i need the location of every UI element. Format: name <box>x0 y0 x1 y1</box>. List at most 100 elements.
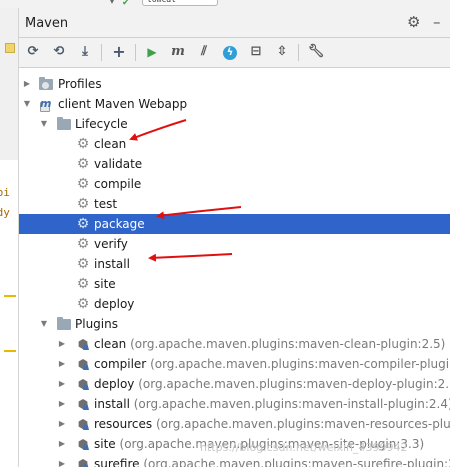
plugin-name: clean <box>94 337 127 351</box>
lifecycle-label: compile <box>94 177 142 191</box>
lifecycle-item-verify[interactable]: ⚙ verify <box>19 234 450 254</box>
download-icon[interactable]: ⤓ <box>76 43 94 61</box>
expand-arrow-icon[interactable]: ▶ <box>57 354 67 374</box>
expand-arrow-icon[interactable]: ▶ <box>57 374 67 394</box>
toggle-offline-icon[interactable]: ⫽ <box>195 43 213 61</box>
plugin-coords: (org.apache.maven.plugins:maven-surefire… <box>143 457 450 467</box>
gear-icon: ⚙ <box>76 136 90 152</box>
toolbar-separator <box>135 44 136 61</box>
gear-icon: ⚙ <box>76 176 90 192</box>
minimize-icon[interactable]: – <box>433 14 441 30</box>
change-marker <box>4 350 16 352</box>
toolbar-separator <box>101 44 102 61</box>
tree-node-plugins[interactable]: ▼ Plugins <box>19 314 450 334</box>
generate-sources-icon[interactable]: ⟲ <box>50 43 68 61</box>
plugin-item-surefire[interactable]: ▶ ⬢ surefire (org.apache.maven.plugins:m… <box>19 454 450 467</box>
code-fragment: ody <box>0 206 10 219</box>
plugin-name: compiler <box>94 357 147 371</box>
plugin-item-deploy[interactable]: ▶ ⬢ deploy (org.apache.maven.plugins:mav… <box>19 374 450 394</box>
lifecycle-label: package <box>94 217 145 231</box>
maven-tree: ▶ Profiles ▼ m client Maven Webapp ▼ Lif… <box>19 68 450 467</box>
gear-icon: ⚙ <box>76 276 90 292</box>
gear-icon: ⚙ <box>76 296 90 312</box>
tree-label: Profiles <box>58 77 102 91</box>
plugin-icon: ⬢ <box>77 437 89 451</box>
lifecycle-item-compile[interactable]: ⚙ compile <box>19 174 450 194</box>
collapse-arrow-icon[interactable]: ▼ <box>22 94 32 114</box>
folder-icon <box>57 117 71 130</box>
maven-toolbar: ⟳ ⟲ ⤓ + ▶ m ⫽ ϟ ⊟ ⇳ 🔧︎ <box>19 38 450 68</box>
expand-arrow-icon[interactable]: ▶ <box>57 334 67 354</box>
plugin-coords: (org.apache.maven.plugins:maven-deploy-p… <box>138 377 450 391</box>
plugin-item-resources[interactable]: ▶ ⬢ resources (org.apache.maven.plugins:… <box>19 414 450 434</box>
collapse-arrow-icon[interactable]: ▼ <box>39 314 49 334</box>
lifecycle-label: deploy <box>94 297 135 311</box>
gear-icon: ⚙ <box>76 156 90 172</box>
lifecycle-label: site <box>94 277 116 291</box>
settings-wrench-icon[interactable]: 🔧︎ <box>307 43 325 61</box>
plugin-coords: (org.apache.maven.plugins:maven-install-… <box>133 397 450 411</box>
panel-title: Maven <box>25 16 69 31</box>
gear-icon: ⚙ <box>76 236 90 252</box>
lifecycle-item-install[interactable]: ⚙ install <box>19 254 450 274</box>
gear-icon: ⚙ <box>76 256 90 272</box>
expand-arrow-icon[interactable]: ▶ <box>22 74 32 94</box>
lifecycle-item-test[interactable]: ⚙ test <box>19 194 450 214</box>
lifecycle-item-site[interactable]: ⚙ site <box>19 274 450 294</box>
collapse-arrow-icon[interactable]: ▼ <box>39 114 49 134</box>
lifecycle-label: test <box>94 197 118 211</box>
plugin-icon: ⬢ <box>77 397 89 411</box>
editor-strip: ppi ody <box>0 8 19 467</box>
plugin-icon: ⬢ <box>77 357 89 371</box>
plugin-coords: (org.apache.maven.plugins:maven-clean-pl… <box>130 337 446 351</box>
show-dependencies-icon[interactable]: ⊟ <box>247 43 265 61</box>
run-config-label: tomcat <box>147 0 176 4</box>
panel-header: Maven ⚙ – <box>19 8 450 38</box>
checkmark-icon: ✔ <box>122 0 130 8</box>
skip-tests-icon[interactable]: ϟ <box>221 43 239 61</box>
plugin-name: install <box>94 397 130 411</box>
add-icon[interactable]: + <box>110 43 128 61</box>
plugin-coords: (org.apache.maven.plugins:maven-resource… <box>155 417 450 431</box>
change-marker <box>4 295 16 297</box>
plugin-name: surefire <box>94 457 140 467</box>
execute-goal-icon[interactable]: m <box>169 43 187 61</box>
tree-node-lifecycle[interactable]: ▼ Lifecycle <box>19 114 450 134</box>
expand-arrow-icon[interactable]: ▶ <box>57 434 67 454</box>
tree-node-profiles[interactable]: ▶ Profiles <box>19 74 450 94</box>
top-strip: ▾ ✔ tomcat <box>0 0 450 8</box>
watermark: https://blog.csdn.net/weixin_4399942 <box>200 441 408 454</box>
maven-panel: Maven ⚙ – ⟳ ⟲ ⤓ + ▶ m ⫽ ϟ ⊟ ⇳ 🔧︎ ▶ Profi… <box>19 8 450 467</box>
profiles-folder-icon <box>39 77 53 90</box>
plugin-item-clean[interactable]: ▶ ⬢ clean (org.apache.maven.plugins:mave… <box>19 334 450 354</box>
dropdown-chevron-icon[interactable]: ▾ <box>110 0 114 6</box>
lifecycle-item-validate[interactable]: ⚙ validate <box>19 154 450 174</box>
run-icon[interactable]: ▶ <box>143 43 161 61</box>
run-config-selector[interactable]: tomcat <box>142 0 218 6</box>
collapse-all-icon[interactable]: ⇳ <box>273 43 291 61</box>
lifecycle-item-clean[interactable]: ⚙ clean <box>19 134 450 154</box>
lifecycle-label: install <box>94 257 130 271</box>
gear-icon: ⚙ <box>76 196 90 212</box>
lifecycle-label: verify <box>94 237 128 251</box>
expand-arrow-icon[interactable]: ▶ <box>57 414 67 434</box>
plugin-icon: ⬢ <box>77 377 89 391</box>
plugin-item-compiler[interactable]: ▶ ⬢ compiler (org.apache.maven.plugins:m… <box>19 354 450 374</box>
plugin-name: resources <box>94 417 153 431</box>
plugin-coords: (org.apache.maven.plugins:maven-compiler… <box>150 357 450 371</box>
expand-arrow-icon[interactable]: ▶ <box>57 394 67 414</box>
lifecycle-item-deploy[interactable]: ⚙ deploy <box>19 294 450 314</box>
gear-icon: ⚙ <box>76 216 90 232</box>
gear-icon[interactable]: ⚙ <box>407 14 420 30</box>
tree-node-project[interactable]: ▼ m client Maven Webapp <box>19 94 450 114</box>
expand-arrow-icon[interactable]: ▶ <box>57 454 67 467</box>
lifecycle-item-package[interactable]: ⚙ package <box>19 214 450 234</box>
plugin-name: site <box>94 437 116 451</box>
reload-icon[interactable]: ⟳ <box>24 43 42 61</box>
lifecycle-label: clean <box>94 137 127 151</box>
plugin-icon: ⬢ <box>76 457 90 467</box>
plugin-name: deploy <box>94 377 135 391</box>
plugin-item-install[interactable]: ▶ ⬢ install (org.apache.maven.plugins:ma… <box>19 394 450 414</box>
bookmark-icon <box>5 43 15 53</box>
editor-gutter <box>0 8 18 160</box>
